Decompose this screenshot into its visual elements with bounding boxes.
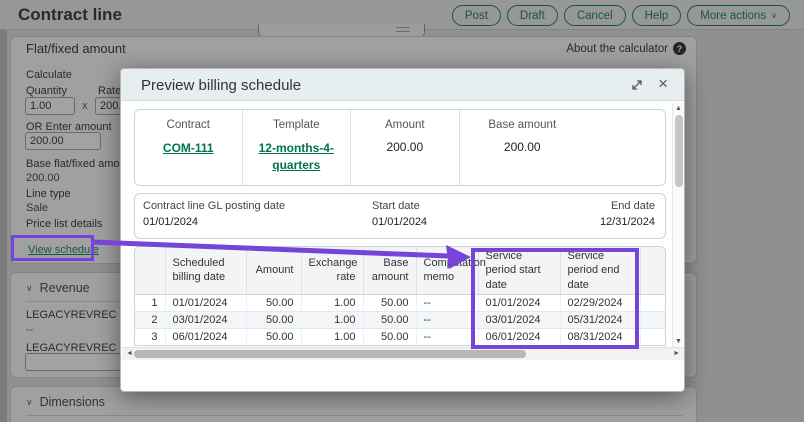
schedule-row: 101/01/202450.001.0050.00--01/01/202402/… (135, 294, 666, 311)
schedule-cell: 50.00 (246, 294, 301, 311)
schedule-header-row: Scheduled billing date Amount Exchange r… (135, 247, 666, 294)
exchange-rate-header: Exchange rate (301, 247, 363, 294)
horizontal-scrollbar[interactable]: ◄ ► (122, 347, 684, 360)
schedule-cell: -- (416, 328, 478, 345)
amount-value: 200.00 (351, 140, 459, 154)
schedule-cell: 05/31/2024 (560, 311, 640, 328)
scroll-down-icon[interactable]: ▼ (675, 338, 682, 345)
schedule-cell: 01/01/2024 (165, 294, 246, 311)
preview-billing-schedule-modal: Preview billing schedule × Contract COM-… (120, 68, 685, 392)
schedule-row: 306/01/202450.001.0050.00--06/01/202408/… (135, 328, 666, 345)
gl-posting-date-value: 01/01/2024 (143, 216, 372, 228)
schedule-cell: 50.00 (246, 328, 301, 345)
schedule-cell: 02/29/2024 (560, 294, 640, 311)
gl-posting-date: Contract line GL posting date 01/01/2024 (143, 200, 372, 238)
base-amount-header: Base amount (363, 247, 416, 294)
horizontal-scrollbar-thumb[interactable] (134, 350, 526, 358)
schedule-cell: 06/01/2024 (165, 328, 246, 345)
end-date-value: 12/31/2024 (562, 216, 655, 228)
filler-cell (640, 294, 666, 311)
close-icon[interactable]: × (658, 74, 668, 94)
schedule-cell: 3 (135, 328, 165, 345)
schedule-cell: 08/31/2024 (560, 328, 640, 345)
template-link[interactable]: 12-months-4-quarters (250, 140, 342, 175)
modal-header: Preview billing schedule × (121, 69, 684, 101)
computation-memo-header: Computation memo (416, 247, 478, 294)
schedule-cell: 50.00 (246, 345, 301, 346)
filler-cell (640, 328, 666, 345)
schedule-cell: -- (416, 311, 478, 328)
schedule-cell: 1.00 (301, 345, 363, 346)
service-period-end-header: Service period end date (560, 247, 640, 294)
schedule-row: 409/01/202450.001.0050.0009/01/202412/31… (135, 345, 666, 346)
schedule-cell: 2 (135, 311, 165, 328)
summary-amount: Amount 200.00 (350, 110, 459, 185)
filler-cell (640, 311, 666, 328)
schedule-cell: 50.00 (363, 328, 416, 345)
expand-icon[interactable] (630, 78, 644, 92)
summary-template: Template 12-months-4-quarters (242, 110, 351, 185)
schedule-cell: 12/31/2024 (560, 345, 640, 346)
gl-posting-date-label: Contract line GL posting date (143, 200, 372, 212)
scroll-left-icon[interactable]: ◄ (126, 350, 133, 357)
base-amount-value: 200.00 (460, 140, 585, 154)
schedule-cell: 50.00 (363, 311, 416, 328)
schedule-cell: 03/01/2024 (478, 311, 560, 328)
modal-title: Preview billing schedule (141, 77, 301, 94)
summary-base-amount: Base amount 200.00 (459, 110, 665, 185)
schedule-table: Scheduled billing date Amount Exchange r… (135, 247, 666, 346)
schedule-cell: 1.00 (301, 311, 363, 328)
contract-line-screen: Contract line Post Draft Cancel Help Mor… (0, 0, 804, 422)
schedule-cell: 03/01/2024 (165, 311, 246, 328)
row-number-header (135, 247, 165, 294)
filler-header (640, 247, 666, 294)
dates-card: Contract line GL posting date 01/01/2024… (134, 193, 666, 239)
start-date-label: Start date (372, 200, 562, 212)
vertical-scrollbar-thumb[interactable] (675, 115, 683, 187)
template-label: Template (243, 119, 351, 131)
schedule-cell: 1 (135, 294, 165, 311)
schedule-cell: 01/01/2024 (478, 294, 560, 311)
start-date: Start date 01/01/2024 (372, 200, 562, 238)
contract-link[interactable]: COM-111 (163, 140, 214, 157)
end-date: End date 12/31/2024 (562, 200, 655, 238)
service-period-start-header: Service period start date (478, 247, 560, 294)
schedule-cell: 1.00 (301, 294, 363, 311)
schedule-cell: 09/01/2024 (478, 345, 560, 346)
schedule-cell: -- (416, 294, 478, 311)
filler-cell (640, 345, 666, 346)
schedule-cell: 50.00 (363, 345, 416, 346)
schedule-cell (416, 345, 478, 346)
end-date-label: End date (562, 200, 655, 212)
schedule-cell: 1.00 (301, 328, 363, 345)
schedule-cell: 06/01/2024 (478, 328, 560, 345)
contract-label: Contract (135, 119, 242, 131)
schedule-cell: 50.00 (246, 311, 301, 328)
summary-card: Contract COM-111 Template 12-months-4-qu… (134, 109, 666, 186)
scroll-right-icon[interactable]: ► (673, 350, 680, 357)
base-amount-label: Base amount (460, 119, 585, 131)
schedule-cell: 4 (135, 345, 165, 346)
schedule-table-wrap: Scheduled billing date Amount Exchange r… (134, 246, 666, 346)
scheduled-billing-date-header: Scheduled billing date (165, 247, 246, 294)
scroll-up-icon[interactable]: ▲ (675, 105, 682, 112)
schedule-cell: 50.00 (363, 294, 416, 311)
amount-label: Amount (351, 119, 459, 131)
schedule-cell: 09/01/2024 (165, 345, 246, 346)
amount-header: Amount (246, 247, 301, 294)
summary-contract: Contract COM-111 (135, 110, 242, 185)
schedule-row: 203/01/202450.001.0050.00--03/01/202405/… (135, 311, 666, 328)
vertical-scrollbar[interactable]: ▲ ▼ (672, 103, 684, 347)
start-date-value: 01/01/2024 (372, 216, 562, 228)
